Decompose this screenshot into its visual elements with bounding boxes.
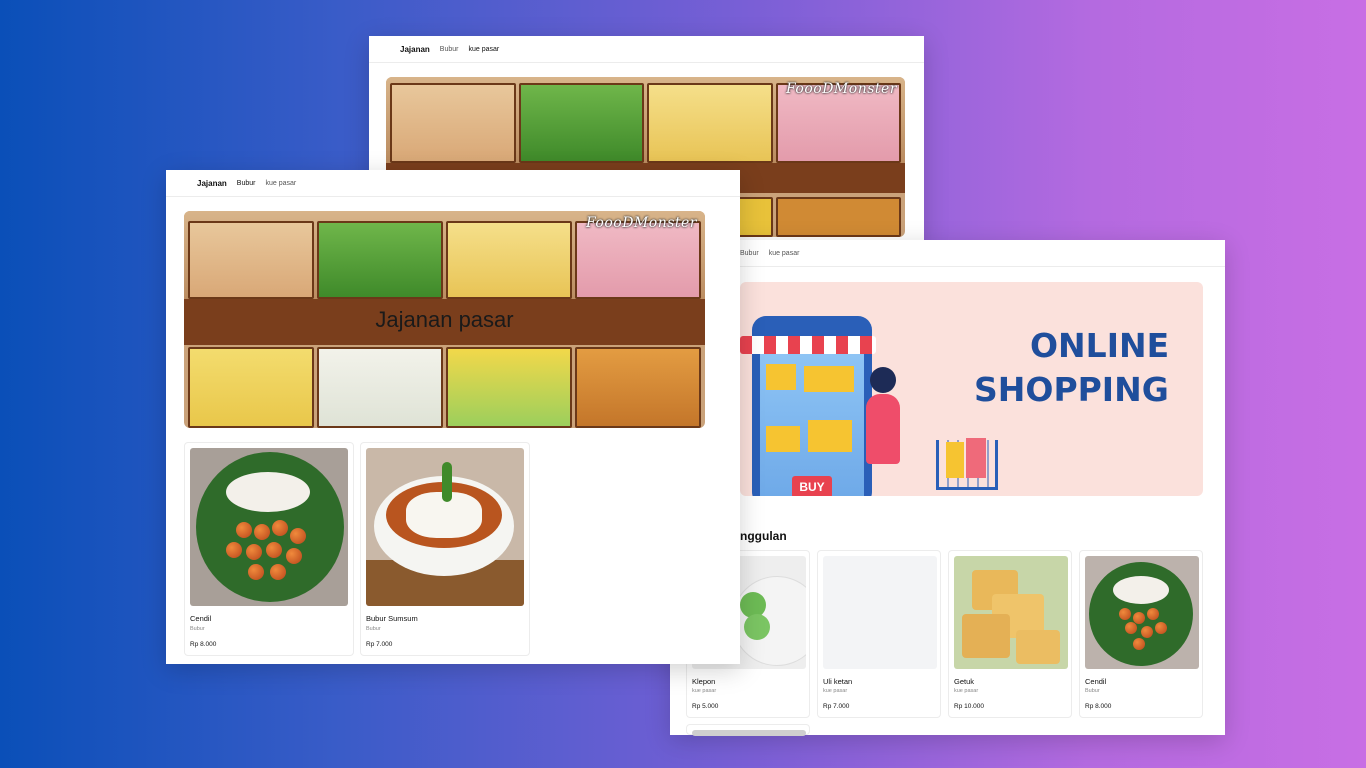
nav-link-kue-pasar[interactable]: kue pasar <box>265 180 296 187</box>
navbar: Bubur kue pasar <box>670 240 1225 267</box>
product-image-placeholder <box>823 556 937 669</box>
shopper-illustration <box>870 367 896 393</box>
product-card[interactable]: Uli ketan kue pasar Rp 7.000 <box>817 550 941 718</box>
nav-link-bubur[interactable]: Bubur <box>237 180 256 187</box>
navbar: Jajanan Bubur kue pasar <box>166 170 740 197</box>
promo-title-line1: ONLINE <box>1030 326 1170 365</box>
product-category: kue pasar <box>823 688 848 694</box>
product-category: kue pasar <box>692 688 717 694</box>
product-image <box>1085 556 1199 669</box>
product-card[interactable]: Getuk kue pasar Rp 10.000 <box>948 550 1072 718</box>
promo-banner[interactable]: BUY ONLINE SHOPPING <box>740 282 1203 496</box>
banner-title: Jajanan pasar <box>375 307 514 332</box>
product-category: Bubur <box>190 626 205 632</box>
product-card[interactable] <box>686 724 810 736</box>
banner-watermark: FoooDMonster <box>585 215 697 231</box>
brand-logo[interactable]: Jajanan <box>197 179 227 188</box>
hero-banner: FoooDMonster Jajanan pasar <box>184 211 705 428</box>
product-card[interactable]: Cendil Bubur Rp 8.000 <box>184 442 354 656</box>
nav-link-kue-pasar[interactable]: kue pasar <box>769 250 800 257</box>
product-card[interactable]: Cendil Bubur Rp 8.000 <box>1079 550 1203 718</box>
product-image <box>692 730 806 736</box>
product-name[interactable]: Uli ketan <box>823 677 852 686</box>
product-category: Bubur <box>1085 688 1100 694</box>
product-image <box>954 556 1068 669</box>
product-price: Rp 10.000 <box>954 703 984 710</box>
nav-link-kue-pasar[interactable]: kue pasar <box>468 46 499 53</box>
product-price: Rp 8.000 <box>1085 703 1112 710</box>
nav-link-bubur[interactable]: Bubur <box>740 250 759 257</box>
nav-link-bubur[interactable]: Bubur <box>440 46 459 53</box>
product-price: Rp 8.000 <box>190 641 217 648</box>
product-image <box>190 448 348 606</box>
phone-illustration: BUY <box>740 316 876 496</box>
buy-badge: BUY <box>792 476 832 496</box>
navbar: Jajanan Bubur kue pasar <box>369 36 924 63</box>
brand-logo[interactable]: Jajanan <box>400 45 430 54</box>
product-price: Rp 7.000 <box>823 703 850 710</box>
promo-title-line2: SHOPPING <box>974 370 1169 409</box>
product-name[interactable]: Bubur Sumsum <box>366 614 418 623</box>
product-category: Bubur <box>366 626 381 632</box>
product-card[interactable]: Bubur Sumsum Bubur Rp 7.000 <box>360 442 530 656</box>
product-name[interactable]: Getuk <box>954 677 974 686</box>
section-title: nggulan <box>740 529 787 543</box>
front-window: Jajanan Bubur kue pasar FoooDMonster Jaj… <box>166 170 740 664</box>
banner-watermark: FoooDMonster <box>785 81 897 97</box>
product-name[interactable]: Cendil <box>1085 677 1106 686</box>
product-name[interactable]: Cendil <box>190 614 211 623</box>
product-name[interactable]: Klepon <box>692 677 715 686</box>
product-price: Rp 5.000 <box>692 703 719 710</box>
product-image <box>366 448 524 606</box>
product-category: kue pasar <box>954 688 979 694</box>
product-price: Rp 7.000 <box>366 641 393 648</box>
